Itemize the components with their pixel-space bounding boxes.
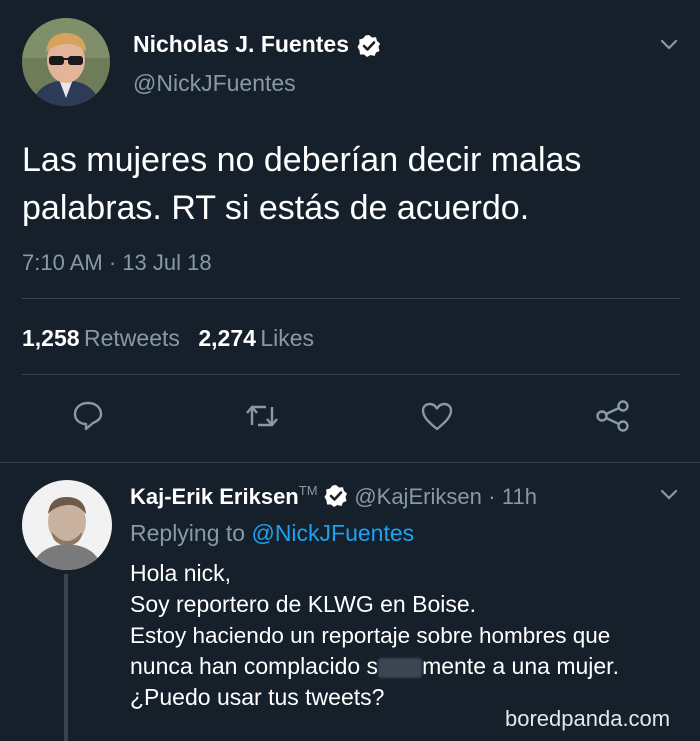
reply-text: Hola nick, Soy reportero de KLWG en Bois… <box>130 558 619 713</box>
watermark: boredpanda.com <box>505 706 671 731</box>
tweet-text-line: Las mujeres no deberían decir malas <box>22 141 582 179</box>
reply-line-part: mente a una mujer. <box>422 653 619 679</box>
likes-label: Likes <box>260 325 315 351</box>
like-icon[interactable] <box>421 401 453 436</box>
verified-badge-icon <box>357 34 381 58</box>
reply-line: Hola nick, <box>130 560 231 586</box>
likes-count: 2,274 <box>198 325 256 351</box>
thread-line <box>64 574 68 741</box>
author-avatar[interactable] <box>22 18 110 106</box>
reply-line: nunca han complacido s mente a una mujer. <box>130 651 619 682</box>
chevron-down-icon[interactable] <box>660 488 678 506</box>
reply-line: Soy reportero de KLWG en Boise. <box>130 591 477 617</box>
reply-author-handle[interactable]: @KajEriksen <box>354 484 482 509</box>
replying-to: Replying to @NickJFuentes <box>130 520 414 547</box>
retweets-count: 1,258 <box>22 325 80 351</box>
author-name[interactable]: Nicholas J. Fuentes <box>133 31 349 57</box>
divider <box>0 462 700 463</box>
tweet-stats: 1,258 Retweets 2,274 Likes <box>22 325 314 352</box>
censored-block <box>378 657 423 678</box>
author-handle[interactable]: @NickJFuentes <box>133 70 296 97</box>
divider <box>22 298 680 299</box>
verified-badge-icon <box>324 484 348 508</box>
reply-line-part: nunca han complacido s <box>130 653 379 679</box>
retweets-label: Retweets <box>84 325 180 351</box>
name-suffix: TM <box>298 483 318 498</box>
retweets-stat[interactable]: 1,258 Retweets <box>22 325 184 351</box>
replying-to-link[interactable]: @NickJFuentes <box>251 520 414 546</box>
chevron-down-icon[interactable] <box>660 38 678 56</box>
reply-line: Estoy haciendo un reportaje sobre hombre… <box>130 623 611 648</box>
tweet-timestamp[interactable]: 7:10 AM · 13 Jul 18 <box>22 250 212 276</box>
tweet-text-line: palabras. RT si estás de acuerdo. <box>22 189 530 227</box>
reply-icon[interactable] <box>72 399 104 436</box>
divider <box>22 374 680 375</box>
likes-stat[interactable]: 2,274 Likes <box>198 325 314 351</box>
tweet-text: Las mujeres no deberían decir malas pala… <box>22 136 581 232</box>
separator-dot: · <box>488 484 496 509</box>
retweet-icon[interactable] <box>244 401 280 436</box>
reply-author-name[interactable]: Kaj-Erik Eriksen <box>130 484 299 509</box>
reply-time[interactable]: 11h <box>502 484 537 509</box>
share-icon[interactable] <box>596 400 630 437</box>
replying-to-label: Replying to <box>130 520 246 546</box>
reply-author-avatar[interactable] <box>22 480 112 570</box>
